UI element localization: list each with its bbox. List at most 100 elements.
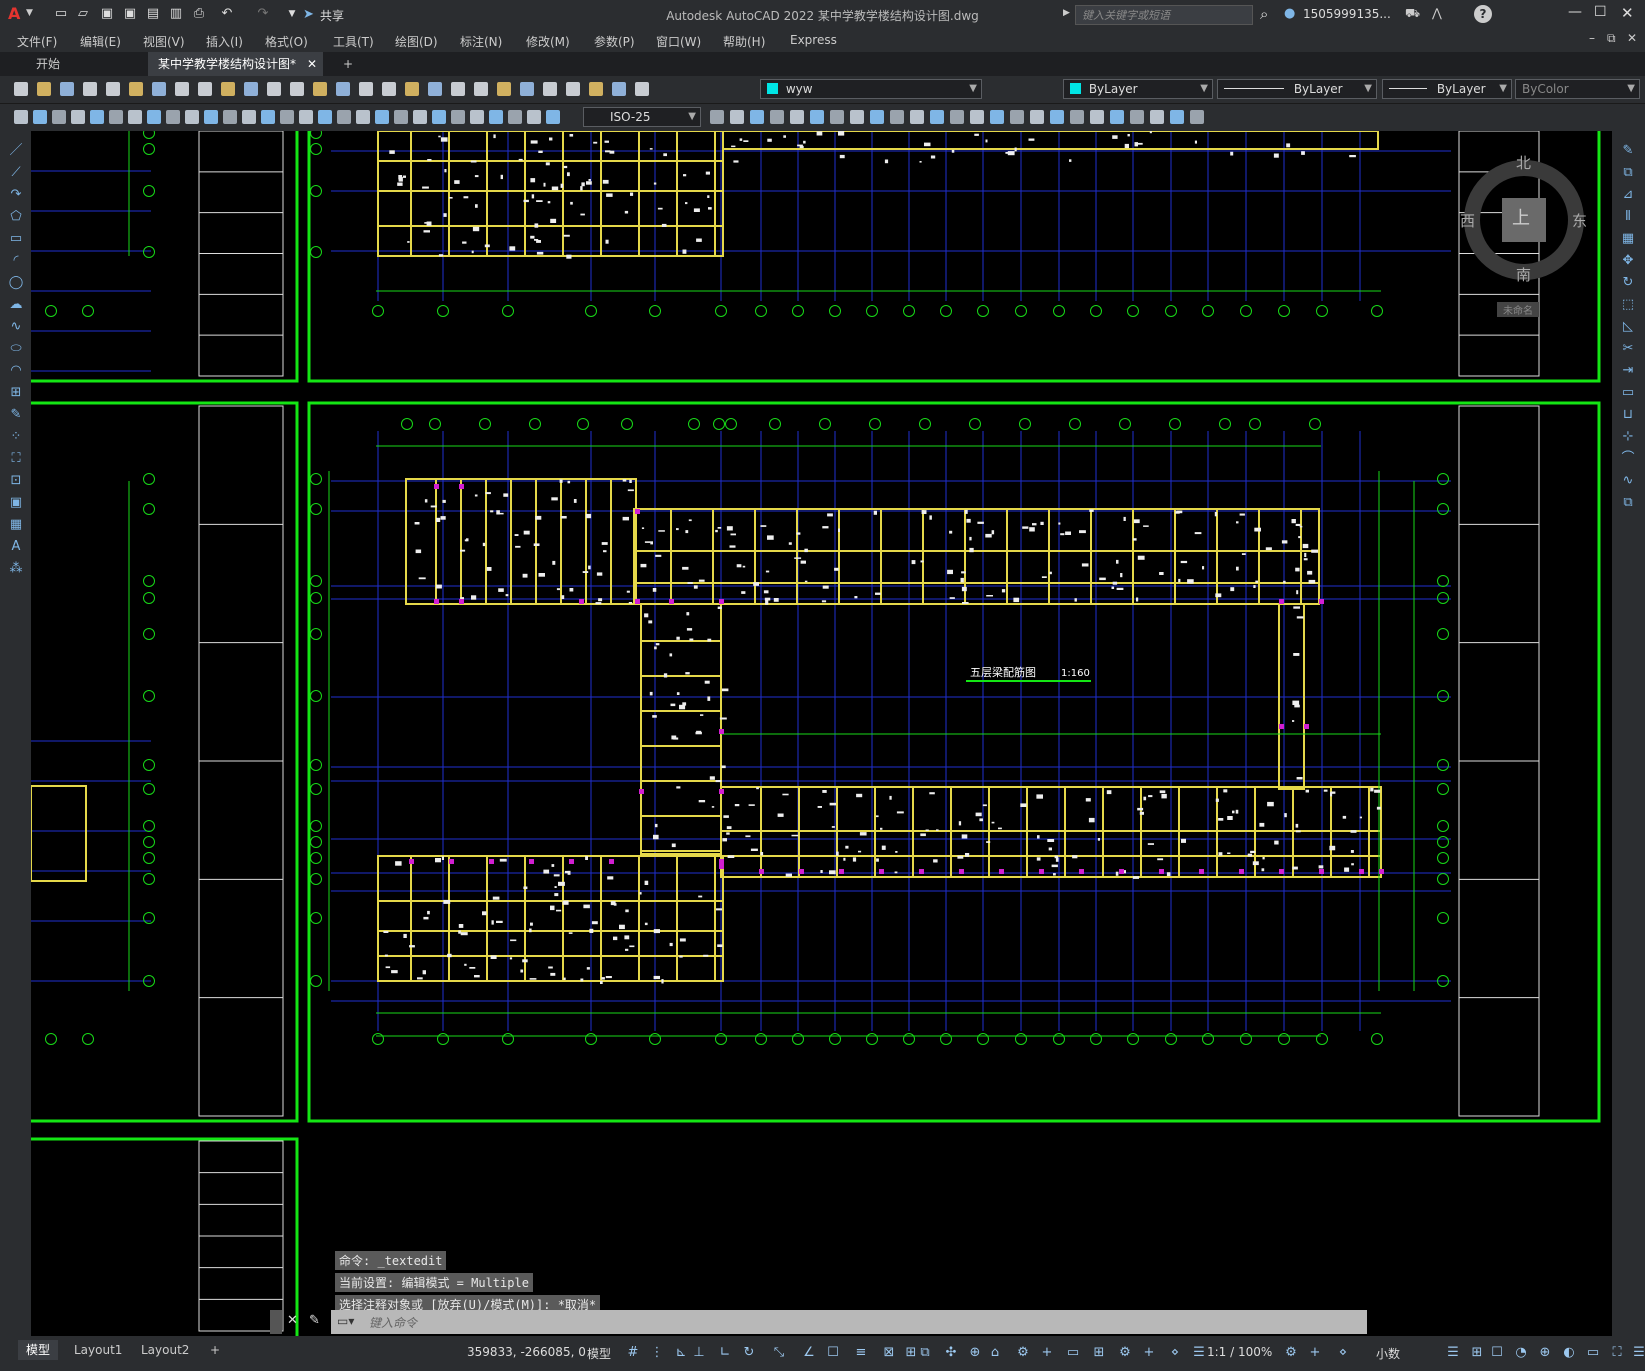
draw-tool-2-icon[interactable]: ↷ xyxy=(8,187,24,203)
status-toggle-5-icon[interactable]: ↻ xyxy=(740,1344,758,1362)
dim-tool-12-icon[interactable] xyxy=(240,108,258,126)
standard-tool-27-icon[interactable] xyxy=(633,80,651,98)
standard-tool-19-icon[interactable] xyxy=(449,80,467,98)
draw-tool-9-icon[interactable]: ⬭ xyxy=(8,341,24,357)
standard-tool-12-icon[interactable] xyxy=(288,80,306,98)
doc-minimize-icon[interactable]: – xyxy=(1589,31,1595,45)
dim-tool-46-icon[interactable] xyxy=(1048,108,1066,126)
status-toggle-1-icon[interactable]: ⋮ xyxy=(648,1344,666,1362)
dim-tool-45-icon[interactable] xyxy=(1028,108,1046,126)
tab-close-icon[interactable]: ✕ xyxy=(307,52,317,76)
draw-tool-8-icon[interactable]: ∿ xyxy=(8,319,24,335)
modify-tool-9-icon[interactable]: ✂ xyxy=(1620,341,1636,357)
draw-tool-1-icon[interactable]: ⟋ xyxy=(8,165,24,181)
draw-tool-14-icon[interactable]: ⛶ xyxy=(8,451,24,467)
viewcube[interactable]: 北 西 东 南 上 未命名 xyxy=(1454,152,1594,317)
status-toggle-10-icon[interactable]: ⊠ xyxy=(880,1344,898,1362)
standard-tool-22-icon[interactable] xyxy=(518,80,536,98)
dim-tool-53-icon[interactable] xyxy=(1188,108,1206,126)
menu-1[interactable]: 编辑(E) xyxy=(80,33,121,50)
dim-tool-19-icon[interactable] xyxy=(373,108,391,126)
status-toggle-2-icon[interactable]: ⊾ xyxy=(672,1344,690,1362)
command-bar-grip[interactable] xyxy=(270,1310,282,1334)
status-toggle-4-icon[interactable]: ∟ xyxy=(716,1344,734,1362)
new-tab-button[interactable]: + xyxy=(333,52,363,76)
modify-tool-12-icon[interactable]: ⊔ xyxy=(1620,407,1636,423)
standard-tool-24-icon[interactable] xyxy=(564,80,582,98)
dim-tool-31-icon[interactable] xyxy=(748,108,766,126)
minimize-icon[interactable]: — xyxy=(1568,4,1582,20)
cart-icon[interactable]: ⛟ xyxy=(1405,6,1420,22)
annotation-scale[interactable]: 1:1 / 100% xyxy=(1207,1345,1272,1359)
color-dropdown[interactable]: ByLayer ▼ xyxy=(1063,79,1213,99)
draw-tool-5-icon[interactable]: ◜ xyxy=(8,253,24,269)
dim-tool-23-icon[interactable] xyxy=(449,108,467,126)
standard-tool-17-icon[interactable] xyxy=(403,80,421,98)
dim-tool-4-icon[interactable] xyxy=(88,108,106,126)
draw-tool-16-icon[interactable]: ▣ xyxy=(8,495,24,511)
tab-start[interactable]: 开始 xyxy=(26,52,70,76)
standard-tool-25-icon[interactable] xyxy=(587,80,605,98)
standard-tool-1-icon[interactable] xyxy=(35,80,53,98)
wcs-menu[interactable]: 未命名 xyxy=(1497,302,1539,317)
compass-south[interactable]: 南 xyxy=(1516,264,1531,285)
dim-tool-42-icon[interactable] xyxy=(968,108,986,126)
dim-tool-35-icon[interactable] xyxy=(828,108,846,126)
dim-tool-7-icon[interactable] xyxy=(145,108,163,126)
dim-tool-22-icon[interactable] xyxy=(430,108,448,126)
menu-3[interactable]: 插入(I) xyxy=(206,33,243,50)
plotstyle-dropdown[interactable]: ByColor ▼ xyxy=(1515,79,1640,99)
menu-8[interactable]: 修改(M) xyxy=(526,33,570,50)
menu-6[interactable]: 绘图(D) xyxy=(395,33,438,50)
compass-west[interactable]: 西 xyxy=(1460,210,1475,231)
menu-9[interactable]: 参数(P) xyxy=(594,33,635,50)
status-toggle-17-icon[interactable]: + xyxy=(1038,1344,1056,1362)
dim-tool-49-icon[interactable] xyxy=(1108,108,1126,126)
modify-tool-13-icon[interactable]: ⊹ xyxy=(1620,429,1636,445)
layer-dropdown[interactable]: wyw ▼ xyxy=(760,79,982,99)
dim-tool-17-icon[interactable] xyxy=(335,108,353,126)
draw-tool-12-icon[interactable]: ✎ xyxy=(8,407,24,423)
dim-tool-15-icon[interactable] xyxy=(297,108,315,126)
dim-tool-13-icon[interactable] xyxy=(259,108,277,126)
standard-tool-5-icon[interactable] xyxy=(127,80,145,98)
modify-tool-11-icon[interactable]: ▭ xyxy=(1620,385,1636,401)
dim-tool-6-icon[interactable] xyxy=(126,108,144,126)
draw-tool-17-icon[interactable]: ▦ xyxy=(8,517,24,533)
menu-12[interactable]: Express xyxy=(790,33,837,47)
draw-tool-3-icon[interactable]: ⬠ xyxy=(8,209,24,225)
doc-close-icon[interactable]: ✕ xyxy=(1627,31,1637,45)
close-icon[interactable]: ✕ xyxy=(1621,4,1634,22)
standard-tool-4-icon[interactable] xyxy=(104,80,122,98)
dim-tool-11-icon[interactable] xyxy=(221,108,239,126)
dim-tool-21-icon[interactable] xyxy=(411,108,429,126)
status-toggle-15-icon[interactable]: ⌂ xyxy=(986,1344,1004,1362)
status-toggle-13-icon[interactable]: ✣ xyxy=(942,1344,960,1362)
user-icon[interactable]: ● xyxy=(1284,6,1295,21)
dim-tool-24-icon[interactable] xyxy=(468,108,486,126)
dim-tool-18-icon[interactable] xyxy=(354,108,372,126)
search-input[interactable]: 键入关键字或短语 xyxy=(1075,5,1253,25)
draw-tool-6-icon[interactable]: ◯ xyxy=(8,275,24,291)
status-toggle-28-icon[interactable]: ⊞ xyxy=(1468,1344,1486,1362)
status-toggle-22-icon[interactable]: ⋄ xyxy=(1166,1344,1184,1362)
dim-tool-26-icon[interactable] xyxy=(506,108,524,126)
tab-drawing[interactable]: 某中学教学楼结构设计图* ✕ xyxy=(148,52,323,76)
modify-tool-6-icon[interactable]: ↻ xyxy=(1620,275,1636,291)
status-toggle-27-icon[interactable]: ☰ xyxy=(1444,1344,1462,1362)
draw-tool-19-icon[interactable]: ⁂ xyxy=(8,561,24,577)
status-toggle-24-icon[interactable]: ⚙ xyxy=(1282,1344,1300,1362)
modify-tool-14-icon[interactable]: ⌒ xyxy=(1620,451,1636,467)
status-toggle-12-icon[interactable]: ⧉ xyxy=(916,1344,934,1362)
standard-tool-21-icon[interactable] xyxy=(495,80,513,98)
command-line[interactable]: ▭▾ 键入命令 xyxy=(331,1310,1367,1334)
status-toggle-23-icon[interactable]: ☰ xyxy=(1190,1344,1208,1362)
standard-tool-9-icon[interactable] xyxy=(219,80,237,98)
dim-tool-5-icon[interactable] xyxy=(107,108,125,126)
draw-tool-11-icon[interactable]: ⊞ xyxy=(8,385,24,401)
modify-tool-4-icon[interactable]: ▦ xyxy=(1620,231,1636,247)
autodesk-app-icon[interactable]: ⋀ xyxy=(1432,6,1442,20)
maximize-icon[interactable]: ☐ xyxy=(1594,4,1607,20)
dim-tool-34-icon[interactable] xyxy=(808,108,826,126)
draw-tool-13-icon[interactable]: ⁘ xyxy=(8,429,24,445)
